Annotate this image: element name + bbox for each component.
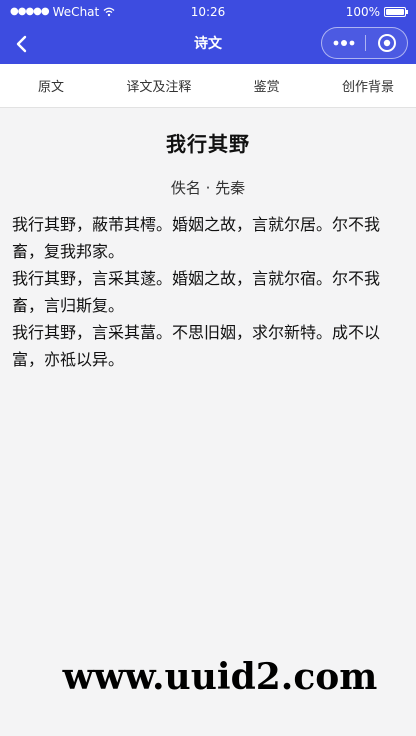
more-dots-icon: [333, 40, 354, 46]
tab-original[interactable]: 原文: [38, 76, 64, 95]
tab-appreciation[interactable]: 鉴赏: [254, 76, 280, 95]
more-button[interactable]: [322, 28, 365, 58]
poem-author: 佚名 · 先秦: [170, 179, 246, 197]
battery-percent: 100%: [345, 5, 380, 19]
poem-stanza: 我行其野，蔽芾其樗。婚姻之故，言就尔居。尔不我畜，复我邦家。: [12, 215, 381, 261]
watermark-text: www.uuid2.com: [62, 656, 378, 698]
navigation-bar: 诗文: [0, 24, 416, 64]
poem-title: 我行其野: [166, 132, 250, 156]
tab-translation-notes[interactable]: 译文及注释: [126, 76, 191, 95]
close-button[interactable]: [366, 28, 407, 58]
poem-stanza: 我行其野，言采其葍。不思旧姻，求尔新特。成不以富，亦祗以异。: [12, 323, 381, 369]
tab-bar: 原文 译文及注释 鉴赏 创作背景: [0, 64, 416, 108]
target-close-icon: [377, 34, 396, 52]
top-bar: ●●●●● WeChat 10:26 100% 诗文: [0, 0, 416, 64]
battery-icon: [384, 7, 408, 17]
tab-background[interactable]: 创作背景: [342, 76, 394, 95]
status-bar: ●●●●● WeChat 10:26 100%: [0, 0, 416, 24]
mini-program-capsule: [321, 27, 408, 59]
poem-stanza: 我行其野，言采其蓫。婚姻之故，言就尔宿。尔不我畜，言归斯复。: [12, 269, 381, 315]
poem-body: 我行其野，蔽芾其樗。婚姻之故，言就尔居。尔不我畜，复我邦家。 我行其野，言采其蓫…: [12, 211, 402, 373]
